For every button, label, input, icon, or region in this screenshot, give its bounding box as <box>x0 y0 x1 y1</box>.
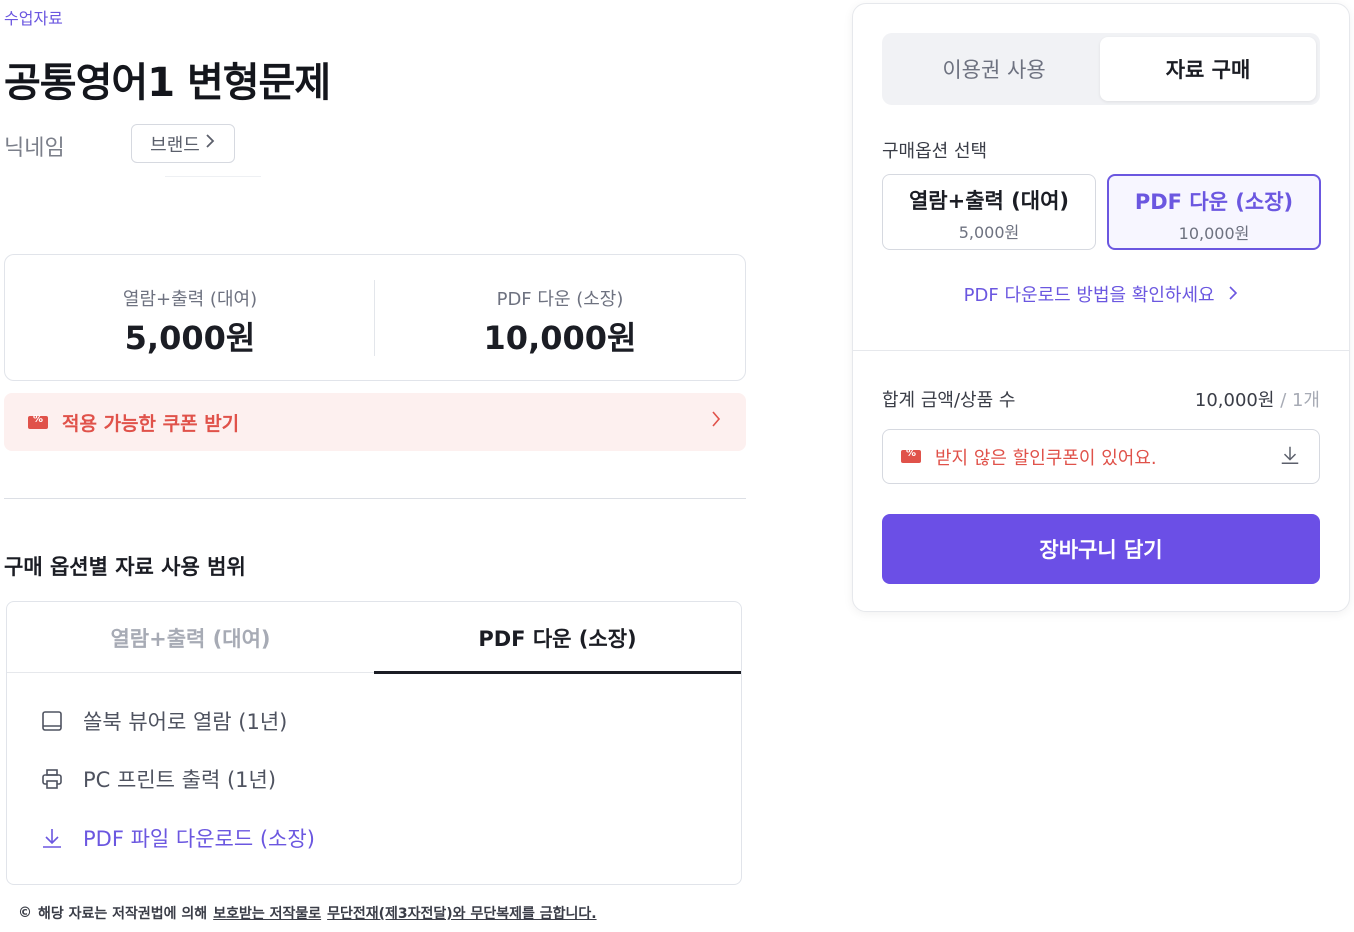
feature-viewer: 쏠북 뷰어로 열람 (1년) <box>39 706 287 736</box>
printer-icon <box>39 766 65 792</box>
scope-box: 열람+출력 (대여) PDF 다운 (소장) 쏠북 뷰어로 열람 (1년) PC… <box>6 601 742 885</box>
coupon-icon <box>901 448 921 463</box>
scope-tabs: 열람+출력 (대여) PDF 다운 (소장) <box>7 602 741 674</box>
author-nickname[interactable]: 닉네임 <box>4 130 65 162</box>
chevron-right-icon <box>710 409 722 435</box>
tab-pdf[interactable]: PDF 다운 (소장) <box>374 602 741 674</box>
coupon-banner[interactable]: 적용 가능한 쿠폰 받기 <box>4 393 746 451</box>
chevron-right-icon <box>204 133 216 154</box>
summary-label: 합계 금액/상품 수 <box>882 390 1016 411</box>
feature-print: PC 프린트 출력 (1년) <box>39 764 276 794</box>
coupon-banner-text: 적용 가능한 쿠폰 받기 <box>62 412 240 435</box>
pdf-price-label: PDF 다운 (소장) <box>496 289 624 310</box>
option-select-label: 구매옵션 선택 <box>882 141 988 162</box>
feature-label: 쏠북 뷰어로 열람 (1년) <box>83 710 288 734</box>
divider <box>4 498 746 499</box>
summary-count: / 1개 <box>1280 390 1320 411</box>
feature-label: PDF 파일 다운로드 (소장) <box>83 827 315 851</box>
add-to-cart-button[interactable]: 장바구니 담기 <box>882 514 1320 584</box>
copyright-notice: © 해당 자료는 저작권법에 의해 보호받는 저작물로 무단전재(제3자전달)와… <box>18 903 597 923</box>
coupon-download-button[interactable]: 받지 않은 할인쿠폰이 있어요. <box>882 429 1320 484</box>
download-icon <box>1279 444 1301 470</box>
divider <box>853 350 1349 351</box>
summary-value: 10,000원 / 1개 <box>1195 386 1320 412</box>
tab-rental[interactable]: 열람+출력 (대여) <box>7 602 374 673</box>
tab-use-pass[interactable]: 이용권 사용 <box>886 37 1102 101</box>
option-name: 열람+출력 (대여) <box>908 189 1070 213</box>
option-name: PDF 다운 (소장) <box>1134 190 1294 214</box>
rental-price-value: 5,000원 <box>124 319 256 357</box>
copyright-text: 해당 자료는 저작권법에 의해 <box>38 906 208 922</box>
feature-label: PC 프린트 출력 (1년) <box>83 768 277 792</box>
rental-price-label: 열람+출력 (대여) <box>122 289 258 310</box>
option-price: 10,000원 <box>1178 224 1250 243</box>
brand-button[interactable]: 브랜드 <box>131 124 235 163</box>
price-summary-box: 열람+출력 (대여) 5,000원 PDF 다운 (소장) 10,000원 <box>4 254 746 381</box>
chevron-right-icon <box>1228 285 1238 306</box>
purchase-mode-tabs: 이용권 사용 자료 구매 <box>882 33 1320 105</box>
brand-button-label: 브랜드 <box>150 134 200 156</box>
feature-download: PDF 파일 다운로드 (소장) <box>39 823 315 853</box>
option-price: 5,000원 <box>958 223 1020 242</box>
copyright-text-underlined: 보호받는 저작물로 <box>213 906 322 922</box>
option-pdf-card[interactable]: PDF 다운 (소장) 10,000원 <box>1107 174 1321 250</box>
coupon-icon <box>28 414 48 429</box>
purchase-panel: 이용권 사용 자료 구매 구매옵션 선택 열람+출력 (대여) 5,000원 P… <box>852 3 1350 612</box>
rental-price: 열람+출력 (대여) 5,000원 <box>5 255 375 380</box>
book-icon <box>39 708 65 734</box>
option-rental-card[interactable]: 열람+출력 (대여) 5,000원 <box>882 174 1096 250</box>
coupon-notice-text: 받지 않은 할인쿠폰이 있어요. <box>935 447 1157 469</box>
copyright-icon: © <box>18 905 32 921</box>
tab-buy-material[interactable]: 자료 구매 <box>1100 37 1316 101</box>
divider <box>165 176 261 177</box>
pdf-price-value: 10,000원 <box>483 319 637 357</box>
scope-section-title: 구매 옵션별 자료 사용 범위 <box>4 555 246 579</box>
pdf-help-link[interactable]: PDF 다운로드 방법을 확인하세요 <box>853 281 1349 307</box>
pdf-price: PDF 다운 (소장) 10,000원 <box>375 255 745 380</box>
pdf-help-link-label: PDF 다운로드 방법을 확인하세요 <box>963 285 1215 306</box>
category-label: 수업자료 <box>4 9 63 28</box>
summary-amount: 10,000원 <box>1194 390 1275 411</box>
copyright-text-underlined: 무단전재(제3자전달)와 무단복제를 금합니다. <box>327 906 597 922</box>
page-title: 공통영어1 변형문제 <box>4 60 331 106</box>
download-icon <box>39 825 65 851</box>
